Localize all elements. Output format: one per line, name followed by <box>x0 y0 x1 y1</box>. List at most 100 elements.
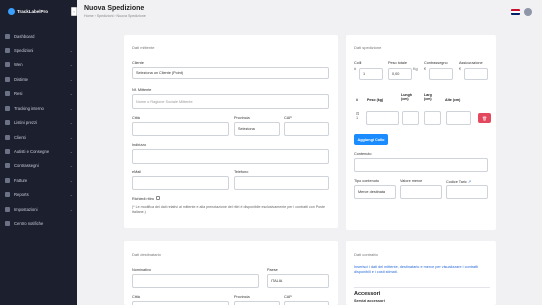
sidebar-item-label: Wen <box>14 61 23 67</box>
table-header-alte: Alte (cm) <box>445 98 461 102</box>
sidebar-item-label: Centro notifiche <box>14 220 44 226</box>
valore-merce-label: Valore merce <box>400 179 423 183</box>
chevron-down-icon: ⌄ <box>69 119 73 125</box>
cap-label: CAP <box>284 116 292 120</box>
return-icon <box>5 90 10 96</box>
sidebar-item-fatture[interactable]: Fatture ⌄ <box>5 176 73 184</box>
mittente-card: Dati mittente Cliente Seleziona un Clien… <box>124 35 338 228</box>
table-header-index: # <box>356 98 358 102</box>
email-field[interactable] <box>132 176 229 190</box>
paese-label: Paese <box>267 268 278 272</box>
row-index: ⊡ 1 <box>356 112 360 120</box>
citta-label: Città <box>132 116 140 120</box>
sidebar-item-dashboard[interactable]: Dashboard <box>5 32 73 40</box>
sidebar-item-tracking[interactable]: Tracking interno ⌄ <box>5 104 73 112</box>
chart-icon <box>5 191 10 197</box>
colli-prefix: # <box>354 67 357 71</box>
gear-icon <box>5 206 10 212</box>
sidebar-item-distinte[interactable]: Distinte ⌄ <box>5 75 73 83</box>
chevron-down-icon: ⌄ <box>69 191 73 197</box>
valore-merce-input[interactable] <box>400 185 442 199</box>
cap-input[interactable] <box>284 122 329 136</box>
larg-input[interactable] <box>424 111 441 125</box>
peso-input[interactable]: 0,00 <box>388 68 412 80</box>
peso-collo-input[interactable] <box>366 111 399 125</box>
mittente-note: (* Le modifica dei dati relativi al mitt… <box>132 205 325 214</box>
sidebar-item-label: Contrassegni <box>14 162 39 168</box>
colli-input[interactable]: 1 <box>359 68 383 80</box>
uk-flag-icon[interactable] <box>511 9 520 15</box>
nome-mittente-input[interactable]: Nome o Ragione Sociale Mittente <box>132 94 329 109</box>
contratto-section-title: Dati contratto <box>354 252 378 257</box>
sidebar-item-wen[interactable]: Wen ⌄ <box>5 60 73 68</box>
dest-provincia-select[interactable] <box>234 301 280 305</box>
contrassegno-input[interactable] <box>429 68 453 80</box>
cliente-select[interactable]: Seleziona un Cliente (Point) <box>132 67 329 79</box>
sidebar: TrackLabelPro Dashboard Spedizioni ⌄ Wen… <box>0 0 77 305</box>
citta-input[interactable] <box>132 122 229 136</box>
tipo-contenuto-label: Tipo contenuto <box>354 179 379 183</box>
chevron-down-icon: ⌄ <box>69 90 73 96</box>
sidebar-item-label: Clienti <box>14 134 26 140</box>
dest-cap-label: CAP <box>284 295 292 299</box>
contratto-card: Dati contratto Inserisci i dati del mitt… <box>346 241 496 305</box>
nome-mittente-label: Nf. Mittente <box>132 88 152 92</box>
paese-select[interactable]: ITALIA <box>267 274 329 288</box>
indirizzo-label: Indirizzo <box>132 143 147 147</box>
dest-provincia-label: Provincia <box>234 295 250 299</box>
chevron-down-icon: ⌄ <box>69 61 73 67</box>
mittente-section-title: Dati mittente <box>132 45 155 50</box>
sidebar-item-clienti[interactable]: Clienti ⌄ <box>5 133 73 141</box>
lungh-input[interactable] <box>402 111 419 125</box>
divider <box>354 287 490 288</box>
alte-input[interactable] <box>446 111 471 125</box>
sidebar-item-label: Reports <box>14 191 29 197</box>
spedizione-section-title: Dati spedizione <box>354 45 382 50</box>
avatar[interactable] <box>524 8 532 16</box>
app-logo[interactable]: TrackLabelPro <box>8 7 68 15</box>
peso-unit: Kg <box>413 67 418 71</box>
chevron-left-icon: ‹ <box>73 9 75 14</box>
chevron-down-icon: ⌄ <box>69 162 73 168</box>
sidebar-item-autisti[interactable]: Autisti e Consegne ⌄ <box>5 147 73 155</box>
telefono-input[interactable] <box>234 176 329 190</box>
shop-icon <box>5 61 10 67</box>
table-header-lungh: Lungh (cm) <box>401 93 412 101</box>
assicurazione-label: Assicurazione <box>459 61 483 65</box>
sidebar-item-contrassegni[interactable]: Contrassegni ⌄ <box>5 161 73 169</box>
provincia-label: Provincia <box>234 116 250 120</box>
accessori-title: Accessori <box>354 291 381 297</box>
external-link-icon[interactable]: ↗ <box>468 180 471 184</box>
add-collo-button[interactable]: Aggiungi Collo <box>354 134 388 145</box>
tipo-contenuto-select[interactable]: Merce destinata <box>354 185 396 199</box>
contenuto-input[interactable] <box>354 158 488 172</box>
sidebar-item-resi[interactable]: Resi ⌄ <box>5 89 73 97</box>
assicurazione-input[interactable] <box>464 68 488 80</box>
delete-collo-button[interactable]: 🗑 <box>478 113 491 123</box>
sidebar-item-reports[interactable]: Reports ⌄ <box>5 190 73 198</box>
ritiro-checkbox[interactable] <box>156 196 160 200</box>
sidebar-item-label: Dashboard <box>14 33 35 39</box>
invoice-icon <box>5 177 10 183</box>
sidebar-item-notifiche[interactable]: Centro notifiche <box>5 219 73 227</box>
chevron-down-icon: ⌄ <box>69 134 73 140</box>
sidebar-item-spedizioni[interactable]: Spedizioni ⌄ <box>5 46 73 54</box>
sidebar-item-label: Impostazioni <box>14 206 38 212</box>
provincia-select[interactable]: Seleziona <box>234 122 280 136</box>
home-icon <box>5 33 10 39</box>
sidebar-item-label: Resi <box>14 90 23 96</box>
codice-taric-label: Codice Taric ↗ <box>446 180 472 184</box>
sidebar-item-label: Distinte <box>14 76 28 82</box>
nominativo-input[interactable] <box>132 274 259 288</box>
indirizzo-input[interactable] <box>132 149 329 164</box>
assicurazione-prefix: € <box>459 67 462 71</box>
dest-citta-input[interactable] <box>132 301 229 305</box>
codice-taric-input[interactable] <box>446 185 488 199</box>
telefono-label: Telefono <box>234 170 249 174</box>
sidebar-item-impostazioni[interactable]: Impostazioni ⌄ <box>5 205 73 213</box>
tag-icon <box>5 119 10 125</box>
sidebar-collapse-button[interactable]: ‹ <box>71 7 77 16</box>
sidebar-item-listini[interactable]: Listini prezzi ⌄ <box>5 118 73 126</box>
dest-cap-input[interactable] <box>284 301 329 305</box>
nominativo-label: Nominativo <box>132 268 151 272</box>
